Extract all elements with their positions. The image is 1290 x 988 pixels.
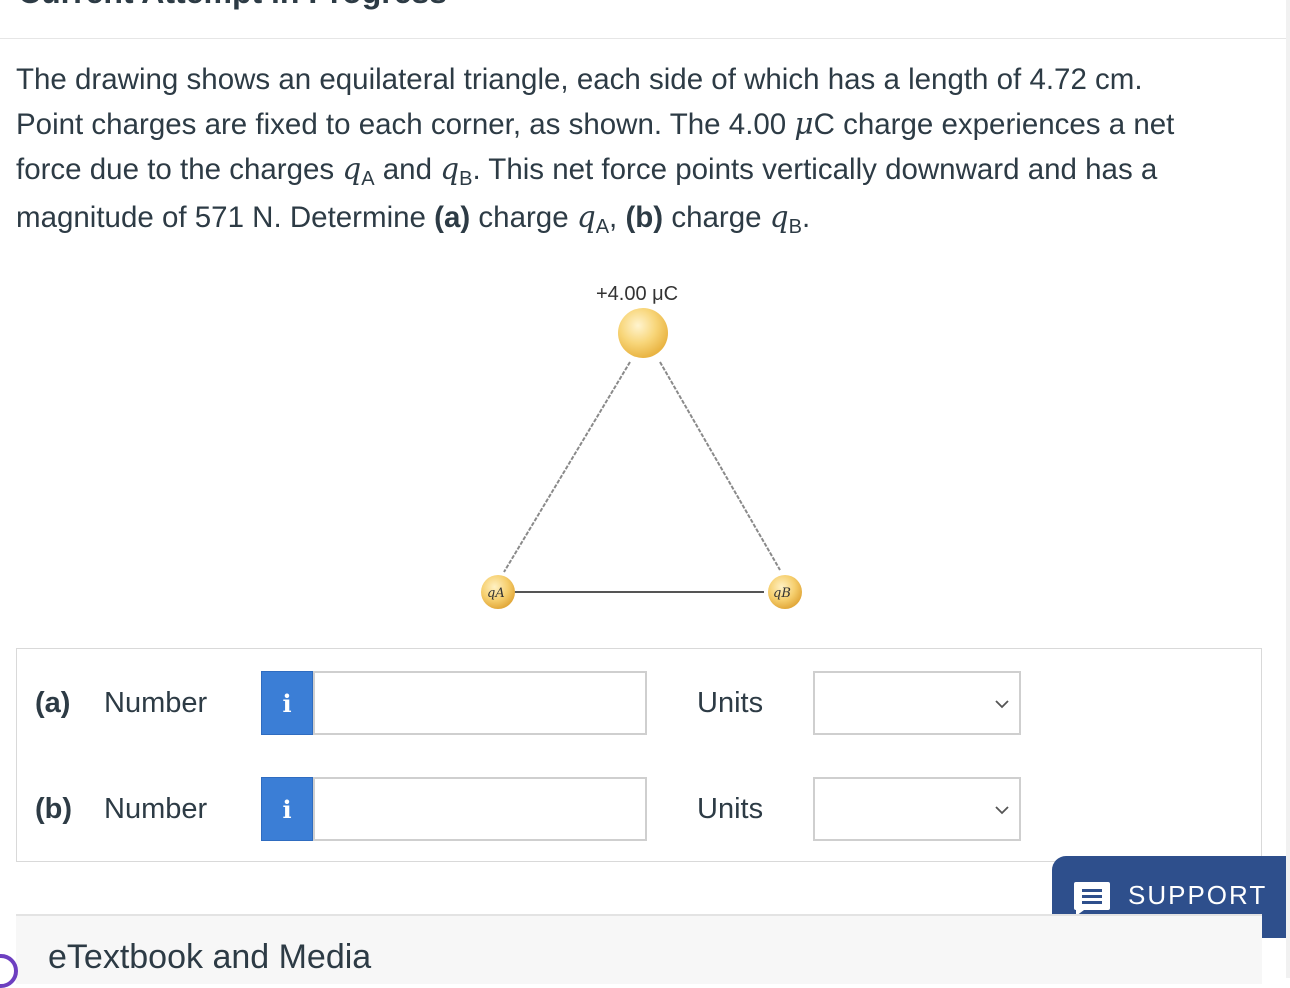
top-charge xyxy=(618,308,668,358)
header-title: Current Attempt in Progress xyxy=(18,0,447,11)
question-text: The drawing shows an equilateral triangl… xyxy=(16,58,1246,243)
question-line-3-c: . This net force points vertically downw… xyxy=(472,153,1158,186)
answer-row-a: (a) Number i Units xyxy=(17,671,1261,735)
comma: , xyxy=(609,201,626,234)
header-divider xyxy=(0,38,1290,39)
answer-row-b: (b) Number i Units xyxy=(17,777,1261,841)
answer-part-label: (b) xyxy=(35,793,73,825)
part-b-label: (b) xyxy=(625,201,664,234)
top-charge-label: +4.00 μC xyxy=(596,283,678,305)
units-select[interactable] xyxy=(813,671,1021,735)
qa-symbol-2: q xyxy=(576,200,596,234)
units-label: Units xyxy=(697,793,764,825)
chevron-down-icon xyxy=(995,700,1009,709)
qb-symbol-2: q xyxy=(769,200,789,234)
right-gutter xyxy=(1286,0,1290,978)
question-line-2-a: Point charges are fixed to each corner, … xyxy=(16,108,795,141)
question-line-3-a: force due to the charges xyxy=(16,153,343,186)
mu-symbol: μ xyxy=(794,107,814,141)
triangle-figure: +4.00 μC qA qB xyxy=(460,270,820,620)
qb-subscript: B xyxy=(459,168,473,190)
qa-subscript: A xyxy=(361,168,375,190)
charge-b-label: qB xyxy=(773,586,791,601)
support-label: SUPPORT xyxy=(1128,880,1268,910)
charge-a-label: qA xyxy=(487,586,505,601)
units-label: Units xyxy=(697,687,764,719)
info-button[interactable]: i xyxy=(261,671,313,735)
triangle-diagram: +4.00 μC qA qB xyxy=(481,283,802,609)
number-input[interactable] xyxy=(313,777,647,841)
info-button[interactable]: i xyxy=(261,777,313,841)
qa-subscript-2: A xyxy=(595,216,610,238)
answer-panel: (a) Number i Units (b) Number i Units xyxy=(16,648,1262,862)
part-a-label: (a) xyxy=(434,201,471,234)
question-line-3: force due to the charges qA and qB. This… xyxy=(16,147,1246,195)
chevron-down-icon xyxy=(995,806,1009,815)
chat-icon xyxy=(1074,882,1110,916)
info-icon: i xyxy=(282,794,292,824)
question-line-4: magnitude of 571 N. Determine (a) charge… xyxy=(16,195,1246,243)
number-label: Number xyxy=(104,687,208,719)
number-input[interactable] xyxy=(313,671,647,735)
side-left xyxy=(503,361,631,573)
question-line-4-c: charge xyxy=(663,201,770,234)
question-line-3-b: and xyxy=(374,153,441,186)
question-line-2-b: C charge experiences a net xyxy=(813,108,1175,141)
question-line-4-a: magnitude of 571 N. Determine xyxy=(16,201,435,234)
info-icon: i xyxy=(282,688,292,718)
number-label: Number xyxy=(104,793,208,825)
question-line-1: The drawing shows an equilateral triangl… xyxy=(16,63,1143,96)
question-line-4-b: charge xyxy=(470,201,577,234)
qb-symbol: q xyxy=(440,152,460,186)
answer-part-label: (a) xyxy=(35,687,71,719)
etextbook-label: eTextbook and Media xyxy=(48,938,372,976)
qb-subscript-2: B xyxy=(788,216,802,238)
qa-symbol: q xyxy=(342,152,362,186)
period: . xyxy=(801,201,811,234)
units-select[interactable] xyxy=(813,777,1021,841)
side-right xyxy=(659,361,781,571)
question-line-2: Point charges are fixed to each corner, … xyxy=(16,102,1246,147)
etextbook-section[interactable]: eTextbook and Media xyxy=(16,914,1262,984)
